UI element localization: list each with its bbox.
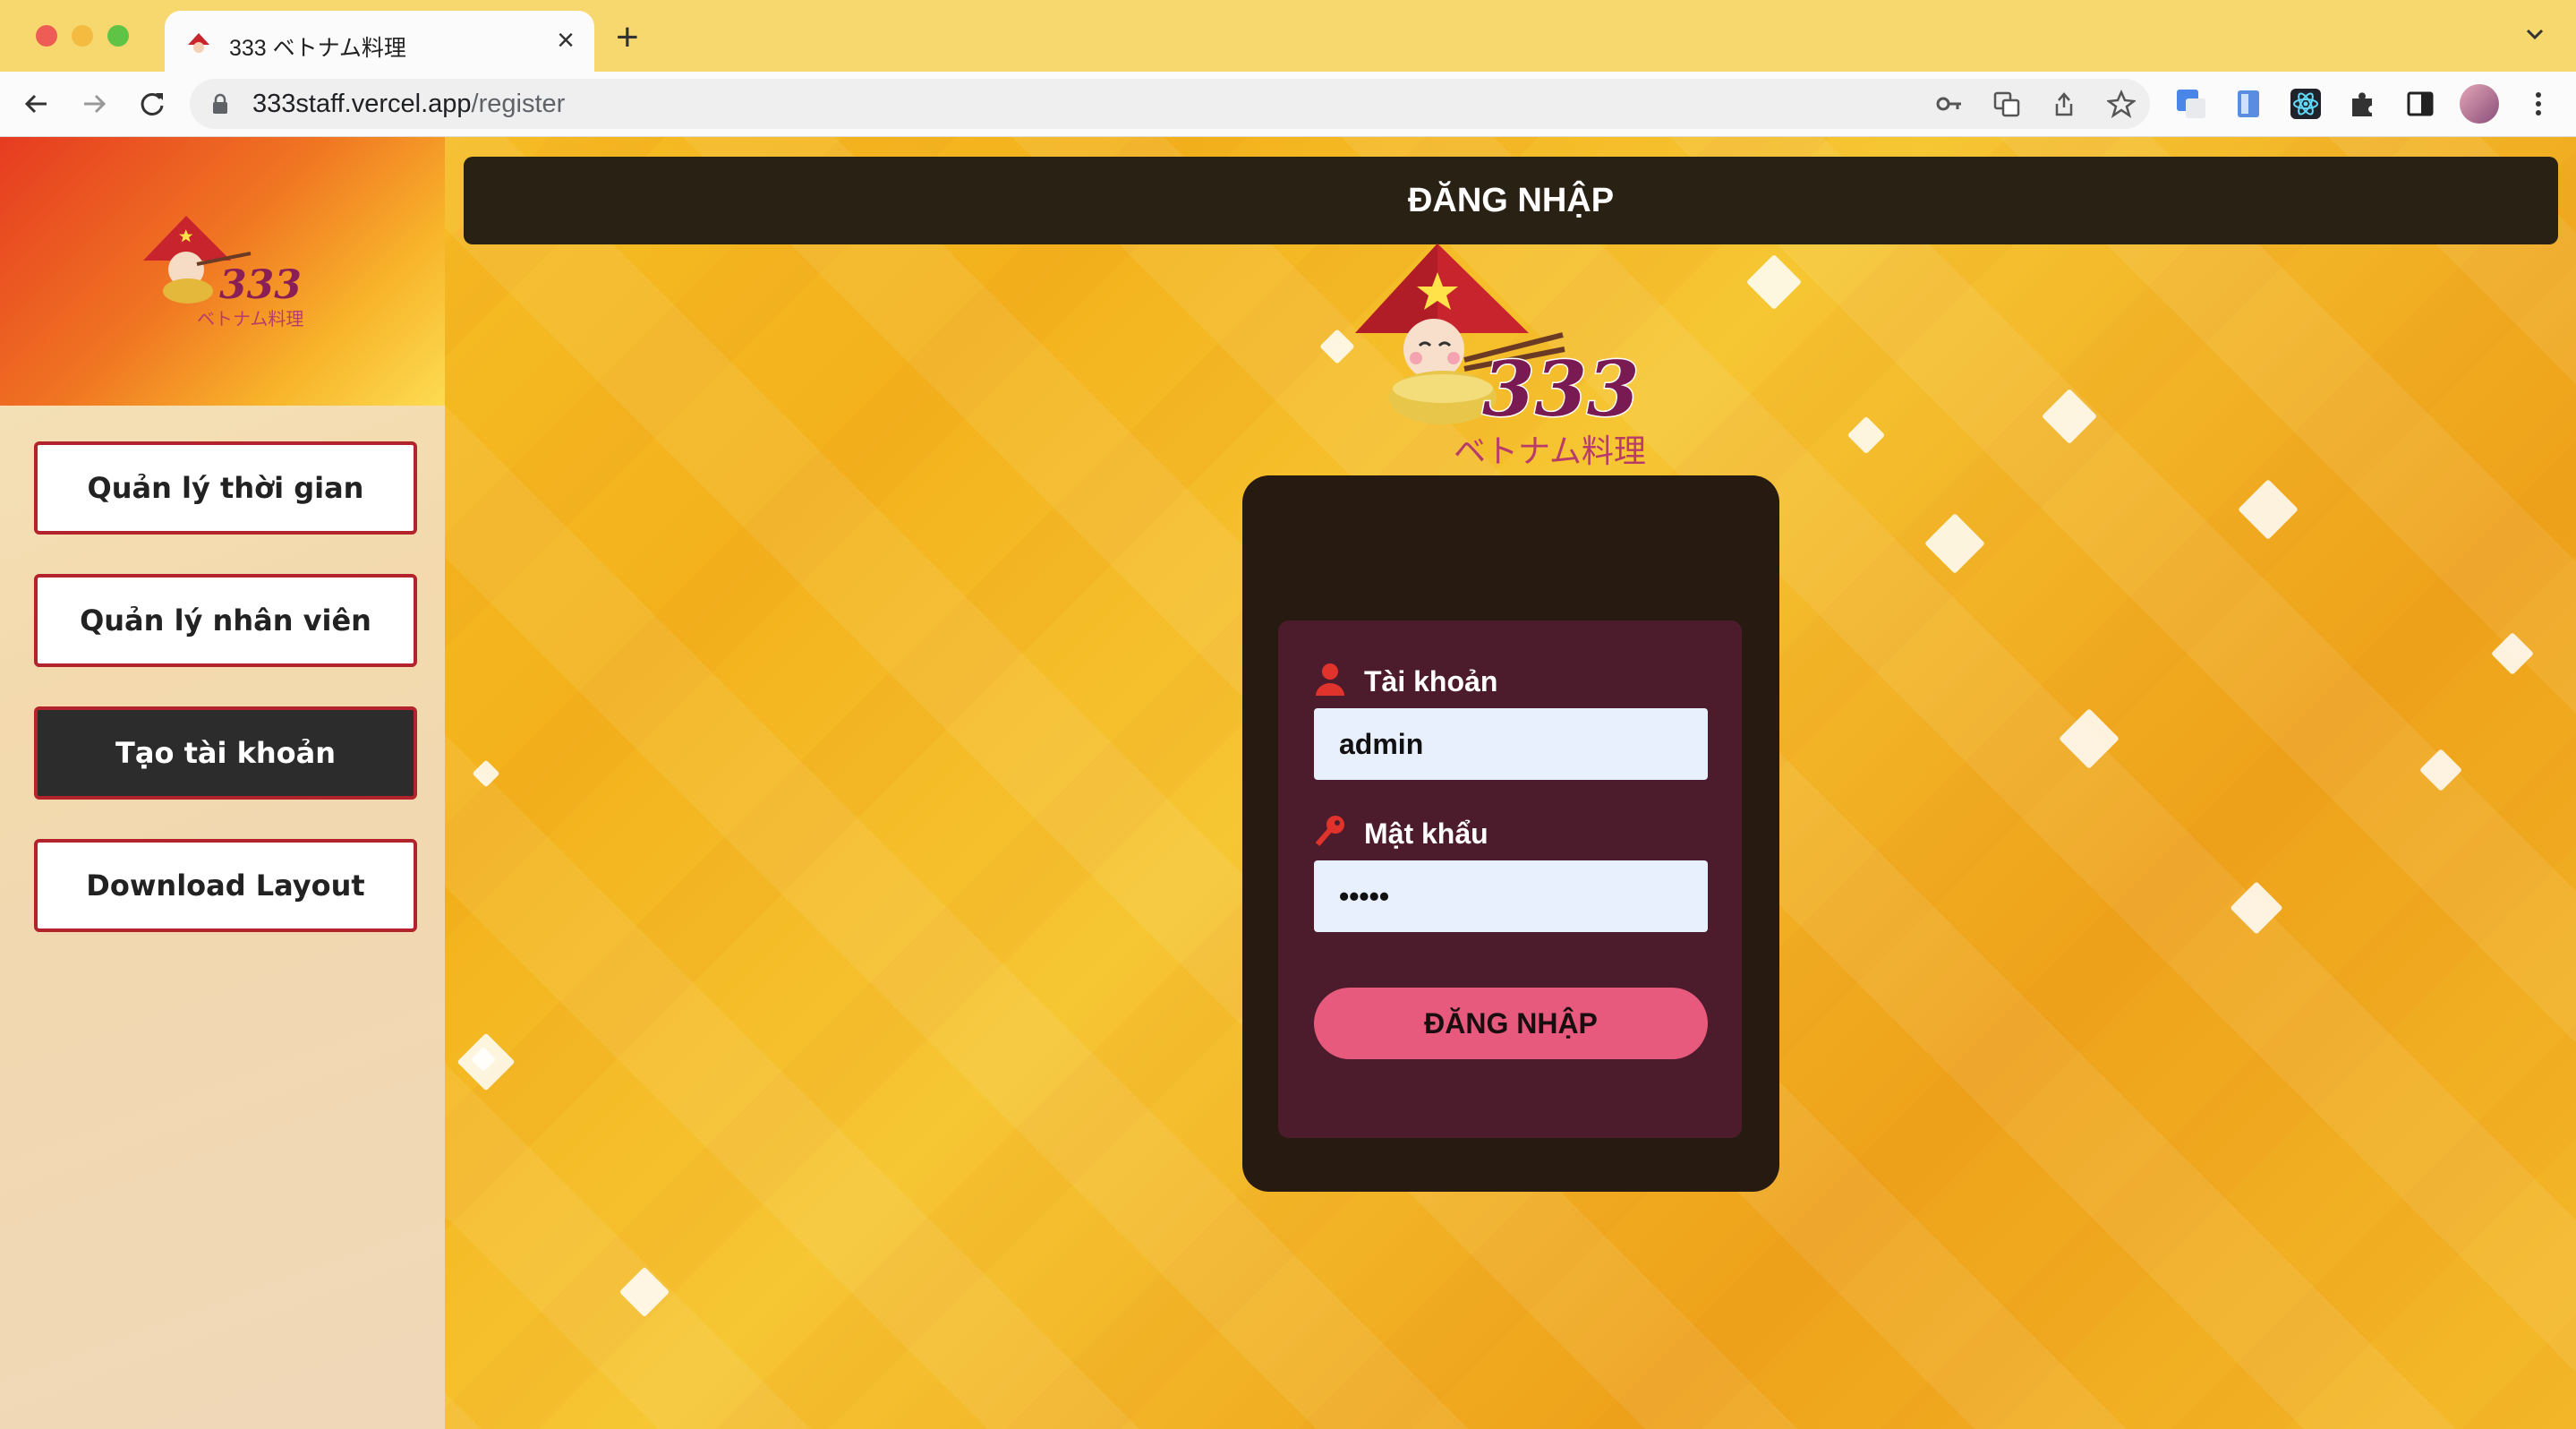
puzzle-extensions-icon[interactable] — [2347, 88, 2379, 120]
new-tab-icon[interactable]: + — [616, 18, 639, 57]
restaurant-logo-large: 333 ベトナム料理 — [1355, 244, 1646, 469]
svg-text:333: 333 — [219, 262, 302, 308]
sidebar-item-time-management[interactable]: Quản lý thời gian — [34, 441, 417, 535]
tab-close-icon[interactable]: × — [557, 25, 575, 56]
sparkle-decoration — [618, 1266, 670, 1318]
username-field[interactable] — [1314, 708, 1708, 780]
translate-icon[interactable] — [1992, 90, 2021, 118]
login-form: Tài khoản Mật khẩu ĐĂNG NHẬP — [1278, 620, 1742, 1138]
back-arrow-icon[interactable] — [20, 88, 52, 120]
star-icon[interactable] — [2107, 90, 2136, 118]
sparkle-decoration — [2041, 388, 2098, 445]
sidebar-header: 333 ベトナム料理 — [0, 137, 445, 406]
address-bar[interactable]: 333staff.vercel.app/register — [190, 79, 2150, 129]
maximize-window-button[interactable] — [107, 25, 129, 47]
sidebar-item-create-account[interactable]: Tạo tài khoản — [34, 706, 417, 800]
user-icon — [1316, 663, 1344, 696]
url-host: 333staff.vercel.app — [252, 90, 472, 118]
sparkle-decoration — [2059, 708, 2120, 769]
sparkle-decoration — [2230, 881, 2283, 935]
login-card: Tài khoản Mật khẩu ĐĂNG NHẬP — [1242, 475, 1779, 1192]
reload-icon[interactable] — [136, 88, 168, 120]
password-field[interactable] — [1314, 860, 1708, 932]
kebab-menu-icon[interactable] — [2522, 88, 2555, 120]
sparkle-decoration — [1745, 253, 1803, 311]
sidebar-item-staff-management[interactable]: Quản lý nhân viên — [34, 574, 417, 667]
tab-title: 333 ベトナム料理 — [229, 36, 406, 61]
react-devtools-icon[interactable] — [2290, 88, 2322, 120]
restaurant-logo[interactable]: 333 ベトナム料理 — [134, 209, 313, 334]
browser-toolbar: 333staff.vercel.app/register — [0, 72, 2576, 137]
browser-tab-bar: 333 ベトナム料理 × + — [0, 0, 2576, 72]
favicon-icon — [188, 33, 209, 53]
lock-icon — [213, 93, 227, 114]
google-translate-extension-icon[interactable] — [2175, 88, 2207, 120]
key-icon[interactable] — [1935, 90, 1964, 118]
password-label: Mật khẩu — [1364, 817, 1488, 850]
logo-subtitle: ベトナム料理 — [1454, 433, 1646, 469]
sidebar: 333 ベトナム料理 Quản lý thời gian Quản lý nhâ… — [0, 137, 445, 1429]
forward-arrow-icon[interactable] — [79, 88, 111, 120]
key-icon — [1315, 816, 1344, 846]
close-window-button[interactable] — [36, 25, 57, 47]
sparkle-decoration — [472, 759, 500, 788]
share-icon[interactable] — [2050, 90, 2078, 118]
sparkle-decoration — [456, 1032, 516, 1091]
login-submit-button[interactable]: ĐĂNG NHẬP — [1314, 988, 1708, 1059]
minimize-window-button[interactable] — [72, 25, 93, 47]
browser-tab[interactable]: 333 ベトナム料理 × — [165, 11, 594, 72]
logo-number: 333 — [1482, 345, 1639, 433]
sparkle-decoration — [2490, 631, 2535, 676]
sidebar-item-download-layout[interactable]: Download Layout — [34, 839, 417, 932]
sparkle-decoration — [2238, 479, 2299, 540]
svg-text:ベトナム料理: ベトナム料理 — [197, 308, 303, 329]
page-content: 333 ベトナム料理 Quản lý thời gian Quản lý nhâ… — [0, 137, 2576, 1429]
side-panel-icon[interactable] — [2404, 88, 2436, 120]
reader-extension-icon[interactable] — [2232, 88, 2265, 120]
sparkle-decoration — [2418, 748, 2463, 792]
profile-avatar[interactable] — [2460, 84, 2499, 124]
sparkle-decoration — [1924, 513, 1985, 574]
sparkle-decoration — [1847, 415, 1886, 455]
url-path: /register — [471, 90, 566, 118]
chevron-down-icon[interactable] — [2522, 21, 2547, 47]
url-text: 333staff.vercel.app/register — [252, 90, 565, 119]
username-label: Tài khoản — [1364, 665, 1498, 697]
